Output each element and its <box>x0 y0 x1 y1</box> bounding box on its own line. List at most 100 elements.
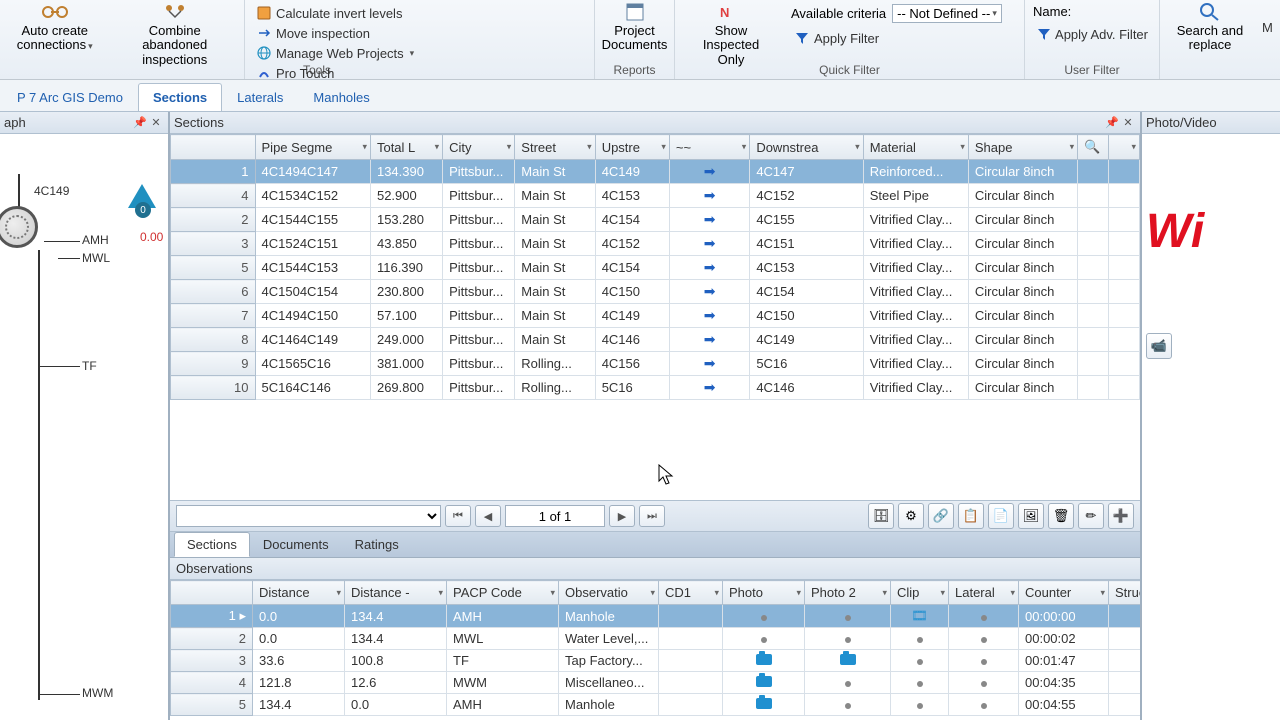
col-observation[interactable]: Observatio▾ <box>559 581 659 605</box>
tab-manholes[interactable]: Manholes <box>298 83 384 111</box>
pro-touch-button[interactable]: Pro Touch <box>253 64 586 82</box>
table-row[interactable]: 14C1494C147134.390Pittsbur...Main St4C14… <box>171 160 1140 184</box>
tool-config-button[interactable]: ⚙ <box>898 503 924 529</box>
tool-db-button[interactable]: 🗄 <box>868 503 894 529</box>
clip-icon[interactable]: 🎞 <box>911 608 928 623</box>
subtab-documents[interactable]: Documents <box>250 532 342 557</box>
sections-grid[interactable]: Pipe Segme▾ Total L▾ City▾ Street▾ Upstr… <box>170 134 1140 500</box>
col-city[interactable]: City▾ <box>443 135 515 160</box>
search-replace-button[interactable]: Search and replace <box>1168 2 1252 53</box>
tab-laterals[interactable]: Laterals <box>222 83 298 111</box>
apply-adv-filter-button[interactable]: Apply Adv. Filter <box>1033 25 1151 43</box>
filter-icon[interactable]: ▾ <box>438 587 443 598</box>
table-row[interactable]: 20.0134.4MWLWater Level,...00:00:02 <box>171 628 1141 650</box>
filter-icon[interactable]: ▾ <box>550 587 555 598</box>
nav-prev-button[interactable]: ◀ <box>475 505 501 527</box>
col-material[interactable]: Material▾ <box>863 135 968 160</box>
col-cd1[interactable]: CD1▾ <box>659 581 723 605</box>
filter-icon[interactable]: ▾ <box>796 587 801 598</box>
tool-edit-button[interactable]: ✏ <box>1078 503 1104 529</box>
apply-filter-button[interactable]: Apply Filter <box>791 29 1002 47</box>
nav-first-button[interactable]: ⏮ <box>445 505 471 527</box>
table-row[interactable]: 94C1565C16381.000Pittsbur...Rolling...4C… <box>171 352 1140 376</box>
table-row[interactable]: 34C1524C15143.850Pittsbur...Main St4C152… <box>171 232 1140 256</box>
col-struct-grade[interactable]: Struct. Grade▾ <box>1109 581 1141 605</box>
pin-icon[interactable]: 📌 <box>132 115 148 131</box>
table-row[interactable]: 24C1544C155153.280Pittsbur...Main St4C15… <box>171 208 1140 232</box>
col-counter[interactable]: Counter▾ <box>1019 581 1109 605</box>
video-camera-button[interactable]: 📹 <box>1146 333 1172 359</box>
col-zoom[interactable]: 🔍 <box>1078 135 1109 160</box>
calculate-invert-levels-button[interactable]: Calculate invert levels <box>253 4 586 22</box>
filter-icon[interactable]: ▾ <box>855 142 860 153</box>
col-total[interactable]: Total L▾ <box>370 135 442 160</box>
col-clip[interactable]: Clip▾ <box>891 581 949 605</box>
filter-icon[interactable]: ▾ <box>882 587 887 598</box>
move-inspection-button[interactable]: Move inspection <box>253 24 586 42</box>
pin-icon[interactable]: 📌 <box>1104 115 1120 131</box>
filter-icon[interactable]: ▾ <box>362 142 367 153</box>
filter-icon[interactable]: ▾ <box>650 587 655 598</box>
table-row[interactable]: 64C1504C154230.800Pittsbur...Main St4C15… <box>171 280 1140 304</box>
col-street[interactable]: Street▾ <box>515 135 595 160</box>
camera-icon[interactable] <box>840 654 856 665</box>
filter-icon[interactable]: ▾ <box>960 142 965 153</box>
row-header-col[interactable] <box>171 135 256 160</box>
tool-image-button[interactable]: 🖼 <box>1018 503 1044 529</box>
col-pacp[interactable]: PACP Code▾ <box>447 581 559 605</box>
filter-icon[interactable]: ▾ <box>336 587 341 598</box>
tab-arcgis-demo[interactable]: P 7 Arc GIS Demo <box>2 83 138 111</box>
filter-icon[interactable]: ▾ <box>435 142 440 153</box>
filter-icon[interactable]: ▾ <box>587 142 592 153</box>
filter-icon[interactable]: ▾ <box>1100 587 1105 598</box>
col-downstream[interactable]: Downstrea▾ <box>750 135 863 160</box>
nav-combo[interactable] <box>176 505 441 527</box>
table-row[interactable]: 5134.40.0AMHManhole00:04:55 <box>171 694 1141 716</box>
table-row[interactable]: 1 ▸0.0134.4AMHManhole🎞00:00:00 <box>171 605 1141 628</box>
tool-paste-button[interactable]: 📋 <box>958 503 984 529</box>
col-upstre[interactable]: Upstre▾ <box>595 135 669 160</box>
filter-icon[interactable]: ▾ <box>714 587 719 598</box>
filter-icon[interactable]: ▾ <box>1070 142 1075 153</box>
table-row[interactable]: 44C1534C15252.900Pittsbur...Main St4C153… <box>171 184 1140 208</box>
col-shape[interactable]: Shape▾ <box>968 135 1077 160</box>
tab-sections[interactable]: Sections <box>138 83 222 111</box>
col-photo2[interactable]: Photo 2▾ <box>805 581 891 605</box>
camera-icon[interactable] <box>756 654 772 665</box>
table-row[interactable]: 84C1464C149249.000Pittsbur...Main St4C14… <box>171 328 1140 352</box>
col-distance-rev[interactable]: Distance -▾ <box>345 581 447 605</box>
filter-icon[interactable]: ▾ <box>661 142 666 153</box>
manage-web-projects-button[interactable]: Manage Web Projects <box>253 44 586 62</box>
table-row[interactable]: 54C1544C153116.390Pittsbur...Main St4C15… <box>171 256 1140 280</box>
col-filter-extra[interactable]: ▾ <box>1109 135 1140 160</box>
nav-next-button[interactable]: ▶ <box>609 505 635 527</box>
camera-icon[interactable] <box>756 698 772 709</box>
col-pipe[interactable]: Pipe Segme▾ <box>255 135 370 160</box>
filter-icon[interactable]: ▾ <box>507 142 512 153</box>
filter-icon[interactable]: ▾ <box>1010 587 1015 598</box>
subtab-ratings[interactable]: Ratings <box>342 532 412 557</box>
filter-icon[interactable]: ▾ <box>940 587 945 598</box>
auto-create-connections-button[interactable]: Auto create connections <box>8 2 101 77</box>
nav-last-button[interactable]: ⏭ <box>639 505 665 527</box>
observations-grid[interactable]: Distance▾ Distance -▾ PACP Code▾ Observa… <box>170 580 1140 720</box>
manhole-node[interactable] <box>0 206 38 248</box>
table-row[interactable]: 74C1494C15057.100Pittsbur...Main St4C149… <box>171 304 1140 328</box>
criteria-combo[interactable]: -- Not Defined -- <box>892 4 1002 23</box>
tool-add-button[interactable]: ➕ <box>1108 503 1134 529</box>
tool-delete-button[interactable]: 🗑 <box>1048 503 1074 529</box>
tool-copy-button[interactable]: 📄 <box>988 503 1014 529</box>
table-row[interactable]: 4121.812.6MWMMiscellaneo...00:04:35 <box>171 672 1141 694</box>
close-icon[interactable]: ✕ <box>1120 115 1136 131</box>
col-distance[interactable]: Distance▾ <box>253 581 345 605</box>
project-documents-button[interactable]: Project Documents <box>603 2 666 53</box>
filter-icon[interactable]: ▾ <box>742 142 747 153</box>
subtab-sections[interactable]: Sections <box>174 532 250 557</box>
col-lateral[interactable]: Lateral▾ <box>949 581 1019 605</box>
col-photo[interactable]: Photo▾ <box>723 581 805 605</box>
table-row[interactable]: 105C164C146269.800Pittsbur...Rolling...5… <box>171 376 1140 400</box>
camera-icon[interactable] <box>756 676 772 687</box>
table-row[interactable]: 333.6100.8TFTap Factory...00:01:47 <box>171 650 1141 672</box>
col-direction[interactable]: ~~▾ <box>669 135 749 160</box>
tool-link-button[interactable]: 🔗 <box>928 503 954 529</box>
